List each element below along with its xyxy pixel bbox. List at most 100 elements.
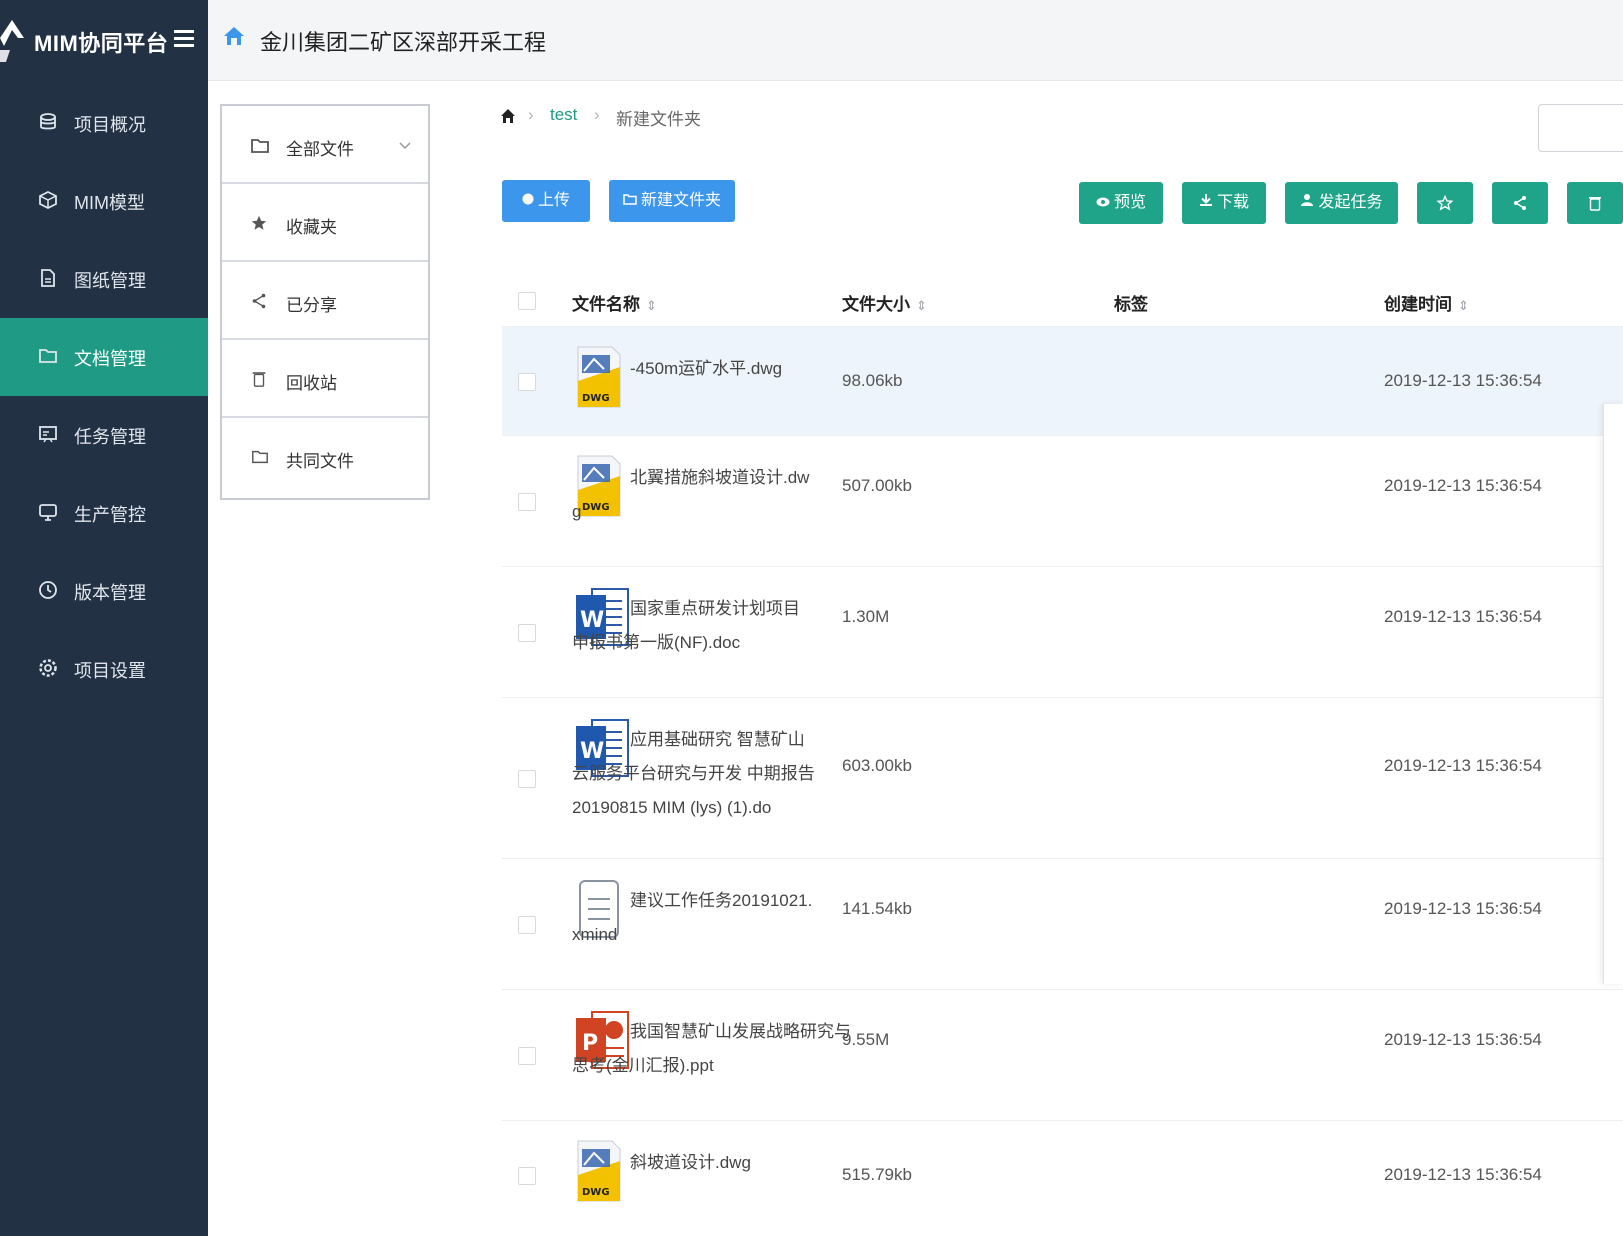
sidebar-item-6[interactable]: 版本管理 (0, 552, 208, 630)
brand: MIM协同平台 (0, 0, 208, 80)
folder-item-0[interactable]: 全部文件 (222, 106, 428, 184)
sidebar-item-4[interactable]: 任务管理 (0, 396, 208, 474)
table-header: 文件名称 ⇕ 文件大小 ⇕ 标签 创建时间 ⇕ (502, 256, 1623, 326)
header-size-label: 文件大小 (842, 295, 910, 314)
menu-toggle-icon[interactable] (174, 30, 194, 48)
file-created-date: 2019-12-13 15:36:54 (1384, 371, 1542, 390)
file-table: 文件名称 ⇕ 文件大小 ⇕ 标签 创建时间 ⇕ DWG -450m运矿水平.dwg 98.… (502, 256, 1623, 1229)
folder-item-4[interactable]: 共同文件 (222, 418, 428, 496)
file-name-line: 北翼措施斜坡道设计.dw (630, 468, 810, 487)
upload-label: 上传 (537, 192, 570, 210)
file-created-date: 2019-12-13 15:36:54 (1384, 607, 1542, 626)
right-side-panel (1603, 404, 1623, 984)
drawing-file-icon (38, 268, 58, 288)
sidebar-item-label: 版本管理 (74, 583, 146, 603)
settings-icon (38, 658, 58, 678)
row-checkbox[interactable] (518, 493, 536, 511)
file-size: 1.30M (842, 607, 890, 626)
header-name-label: 文件名称 (572, 295, 640, 314)
download-label: 下载 (1216, 194, 1249, 212)
header-created-label: 创建时间 (1384, 295, 1452, 314)
sidebar-item-label: 项目概况 (74, 115, 146, 135)
share-button[interactable] (1492, 182, 1548, 224)
assign-task-button[interactable]: 发起任务 (1285, 182, 1398, 224)
breadcrumb-home-icon[interactable] (500, 108, 516, 124)
upload-button[interactable]: 上传 (502, 180, 590, 222)
folder-item-label: 已分享 (286, 296, 337, 315)
row-checkbox[interactable] (518, 624, 536, 642)
file-created-date: 2019-12-13 15:36:54 (1384, 1165, 1542, 1184)
folder-panel: 全部文件收藏夹已分享回收站共同文件 (220, 104, 430, 500)
breadcrumb-separator-icon: › (528, 105, 534, 124)
table-row[interactable]: P 我国智慧矿山发展战略研究与 思考(金川汇报).ppt 9.55M 2019-12-1… (502, 989, 1623, 1120)
new-folder-button[interactable]: 新建文件夹 (609, 180, 735, 222)
table-row[interactable]: DWG 斜坡道设计.dwg 515.79kb 2019-12-13 15:36:54 (502, 1120, 1623, 1229)
sidebar-item-3[interactable]: 文档管理 (0, 318, 208, 396)
sidebar-item-7[interactable]: 项目设置 (0, 630, 208, 708)
table-row[interactable]: DWG 北翼措施斜坡道设计.dw g 507.00kb 2019-12-13 15:36… (502, 435, 1623, 566)
cube-icon (38, 190, 58, 210)
search-input[interactable] (1538, 104, 1623, 152)
row-checkbox[interactable] (518, 916, 536, 934)
header-name[interactable]: 文件名称 ⇕ (572, 290, 657, 315)
sidebar-item-5[interactable]: 生产管控 (0, 474, 208, 552)
file-name-line: 申报书第一版(NF).doc (572, 633, 741, 652)
file-created-date: 2019-12-13 15:36:54 (1384, 1030, 1542, 1049)
download-button[interactable]: 下载 (1182, 182, 1266, 224)
file-name-line: 云服务平台研究与开发 中期报告 (572, 764, 815, 783)
chevron-down-icon[interactable] (398, 136, 412, 150)
preview-button[interactable]: 预览 (1079, 182, 1163, 224)
table-row[interactable]: W 应用基础研究 智慧矿山 云服务平台研究与开发 中期报告 20190815 MIM … (502, 697, 1623, 858)
delete-button[interactable] (1567, 182, 1623, 224)
user-icon (1300, 182, 1314, 224)
svg-text:DWG: DWG (582, 1187, 610, 1198)
sort-icon[interactable]: ⇕ (646, 298, 657, 313)
sidebar-nav: 项目概况 MIM模型 图纸管理文档管理任务管理 生产管控版本管理项目设置 (0, 84, 208, 708)
sidebar-item-1[interactable]: MIM模型 (0, 162, 208, 240)
file-name-line: g (572, 502, 582, 521)
table-row[interactable]: W 国家重点研发计划项目 申报书第一版(NF).doc 1.30M 2019-12-13… (502, 566, 1623, 697)
monitor-icon (38, 502, 58, 522)
sidebar-item-0[interactable]: 项目概况 (0, 84, 208, 162)
clock-icon (38, 580, 58, 600)
header-size[interactable]: 文件大小 ⇕ (842, 290, 927, 315)
sidebar: MIM协同平台 项目概况 MIM模型 图纸管理文档管理任务管理 生产管控版本管理项目设… (0, 0, 208, 1236)
database-icon (38, 112, 58, 132)
table-row[interactable]: DWG -450m运矿水平.dwg 98.06kb 2019-12-13 15:36:… (502, 326, 1623, 435)
folder-icon (250, 136, 270, 154)
project-title: 金川集团二矿区深部开采工程 (260, 30, 547, 55)
sort-icon[interactable]: ⇕ (1458, 298, 1469, 313)
home-icon[interactable] (222, 24, 246, 48)
folder-item-3[interactable]: 回收站 (222, 340, 428, 418)
table-row[interactable]: 建议工作任务20191021. xmind 141.54kb 2019-12-13 1… (502, 858, 1623, 989)
folder-item-label: 回收站 (286, 374, 337, 393)
file-name-line: 建议工作任务20191021. (630, 891, 813, 910)
select-all-checkbox[interactable] (518, 292, 536, 310)
breadcrumb-link[interactable]: test (550, 105, 577, 125)
shared-folder-icon (250, 448, 270, 466)
file-size: 515.79kb (842, 1165, 912, 1184)
folder-item-1[interactable]: 收藏夹 (222, 184, 428, 262)
row-checkbox[interactable] (518, 373, 536, 391)
sort-icon[interactable]: ⇕ (916, 298, 927, 313)
breadcrumb-separator-icon: › (594, 105, 600, 124)
row-checkbox[interactable] (518, 770, 536, 788)
sidebar-item-label: 项目设置 (74, 661, 146, 681)
trash-icon (1589, 196, 1601, 211)
row-checkbox[interactable] (518, 1047, 536, 1065)
folder-item-label: 收藏夹 (286, 218, 337, 237)
row-checkbox[interactable] (518, 1167, 536, 1185)
sidebar-item-2[interactable]: 图纸管理 (0, 240, 208, 318)
folder-item-2[interactable]: 已分享 (222, 262, 428, 340)
file-name-line: 斜坡道设计.dwg (630, 1153, 751, 1172)
app-logo-text: MIM协同平台 (34, 31, 169, 56)
header-created[interactable]: 创建时间 ⇕ (1384, 290, 1469, 315)
file-size: 9.55M (842, 1030, 890, 1049)
file-created-date: 2019-12-13 15:36:54 (1384, 899, 1542, 918)
table-body: DWG -450m运矿水平.dwg 98.06kb 2019-12-13 15:36:… (502, 326, 1623, 1229)
sidebar-item-label: 文档管理 (74, 349, 146, 369)
favorite-button[interactable] (1417, 182, 1473, 224)
svg-text:DWG: DWG (582, 393, 610, 404)
task-board-icon (38, 424, 58, 444)
file-name-line: 20190815 MIM (lys) (1).do (572, 798, 772, 817)
